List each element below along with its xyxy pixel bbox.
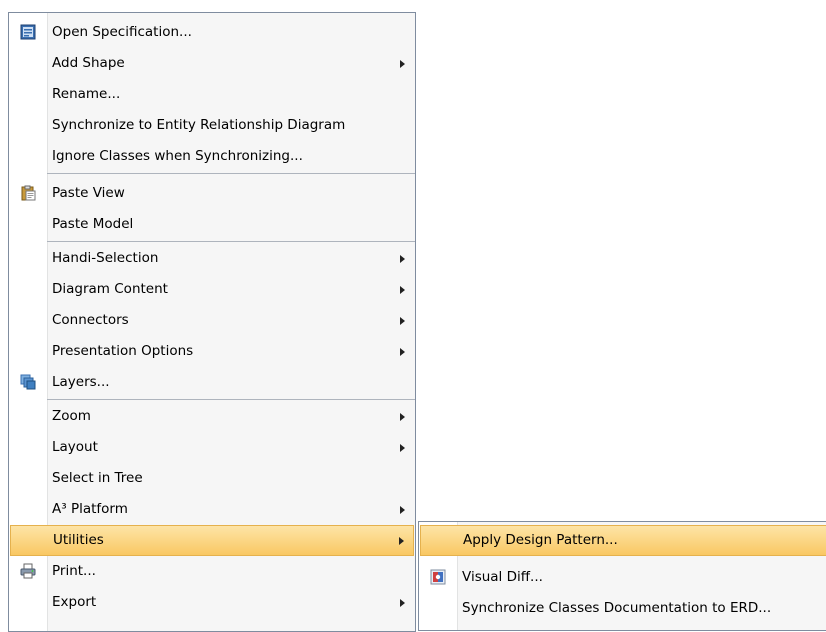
menu-separator <box>47 241 415 242</box>
menu-item-label: Ignore Classes when Synchronizing... <box>52 148 303 164</box>
menu-item-synchronize-to-erd[interactable]: Synchronize to Entity Relationship Diagr… <box>9 110 415 141</box>
submenu-arrow-icon <box>400 285 405 294</box>
menu-item-zoom[interactable]: Zoom <box>9 401 415 432</box>
layers-icon <box>20 374 36 390</box>
submenu-arrow-icon <box>400 316 405 325</box>
menu-item-label: Paste View <box>52 185 125 201</box>
submenu-arrow-icon <box>400 598 405 607</box>
menu-item-handi-selection[interactable]: Handi-Selection <box>9 243 415 274</box>
menu-item-paste-view[interactable]: Paste View <box>9 178 415 209</box>
clipboard-icon <box>21 185 36 201</box>
menu-item-open-specification[interactable]: Open Specification... <box>9 17 415 48</box>
menu-item-ignore-classes[interactable]: Ignore Classes when Synchronizing... <box>9 141 415 172</box>
menu-item-diagram-content[interactable]: Diagram Content <box>9 274 415 305</box>
menu-item-apply-design-pattern[interactable]: Apply Design Pattern... <box>420 525 826 556</box>
submenu-arrow-icon <box>400 443 405 452</box>
submenu-arrow-icon <box>400 412 405 421</box>
menu-separator <box>47 173 415 174</box>
menu-item-paste-model[interactable]: Paste Model <box>9 209 415 240</box>
menu-item-label: A³ Platform <box>52 501 128 517</box>
menu-item-label: Layers... <box>52 374 110 390</box>
menu-item-add-shape[interactable]: Add Shape <box>9 48 415 79</box>
context-menu: Open Specification... Add Shape Rename..… <box>8 12 416 632</box>
menu-item-label: Visual Diff... <box>462 569 543 585</box>
menu-item-label: Add Shape <box>52 55 125 71</box>
menu-item-label: Utilities <box>53 532 104 548</box>
menu-item-label: Paste Model <box>52 216 134 232</box>
menu-item-label: Zoom <box>52 408 91 424</box>
menu-item-label: Print... <box>52 563 96 579</box>
menu-separator <box>47 399 415 400</box>
menu-item-label: Diagram Content <box>52 281 168 297</box>
menu-item-label: Apply Design Pattern... <box>463 532 618 548</box>
menu-item-label: Synchronize Classes Documentation to ERD… <box>462 600 772 616</box>
visual-diff-icon <box>430 569 446 585</box>
menu-item-export[interactable]: Export <box>9 587 415 618</box>
menu-item-label: Handi-Selection <box>52 250 159 266</box>
menu-item-select-in-tree[interactable]: Select in Tree <box>9 463 415 494</box>
menu-item-label: Export <box>52 594 97 610</box>
menu-item-print[interactable]: Print... <box>9 556 415 587</box>
menu-item-label: Open Specification... <box>52 24 192 40</box>
menu-item-label: Layout <box>52 439 98 455</box>
menu-item-connectors[interactable]: Connectors <box>9 305 415 336</box>
menu-item-a3-platform[interactable]: A³ Platform <box>9 494 415 525</box>
specification-icon <box>20 24 36 40</box>
menu-item-presentation-options[interactable]: Presentation Options <box>9 336 415 367</box>
menu-item-label: Rename... <box>52 86 121 102</box>
menu-item-visual-diff[interactable]: Visual Diff... <box>419 562 826 593</box>
submenu-arrow-icon <box>400 59 405 68</box>
menu-item-rename[interactable]: Rename... <box>9 79 415 110</box>
menu-item-label: Connectors <box>52 312 129 328</box>
printer-icon <box>20 563 36 579</box>
submenu-arrow-icon <box>399 536 404 545</box>
menu-item-utilities[interactable]: Utilities <box>10 525 414 556</box>
submenu-arrow-icon <box>400 505 405 514</box>
menu-item-layers[interactable]: Layers... <box>9 367 415 398</box>
menu-item-label: Select in Tree <box>52 470 143 486</box>
utilities-submenu: Apply Design Pattern... Visual Diff... S… <box>418 521 826 631</box>
submenu-arrow-icon <box>400 347 405 356</box>
submenu-arrow-icon <box>400 254 405 263</box>
menu-item-label: Presentation Options <box>52 343 194 359</box>
menu-item-layout[interactable]: Layout <box>9 432 415 463</box>
menu-item-synchronize-classes-documentation[interactable]: Synchronize Classes Documentation to ERD… <box>419 593 826 624</box>
menu-item-label: Synchronize to Entity Relationship Diagr… <box>52 117 346 133</box>
